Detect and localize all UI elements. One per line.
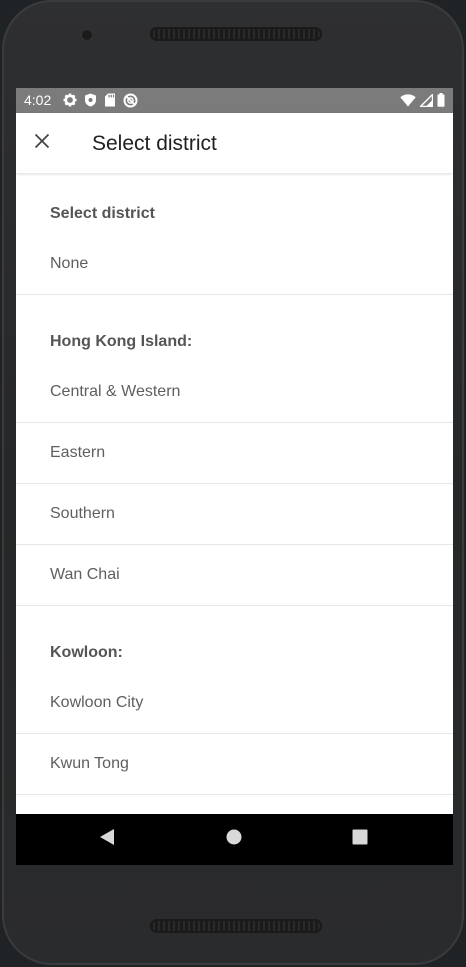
bottom-speaker-grille [150,919,322,933]
do-not-disturb-icon [123,93,138,108]
home-icon [226,829,242,850]
signal-icon [420,93,433,107]
close-icon [34,133,50,154]
status-bar: 4:02 [16,88,453,113]
recents-icon [352,829,368,850]
page-title: Select district [92,132,217,155]
home-button[interactable] [222,827,246,851]
front-camera [80,28,94,42]
status-time: 4:02 [24,92,52,108]
list-item-kwun-tong[interactable]: Kwun Tong [16,734,453,795]
list-item-eastern[interactable]: Eastern [16,423,453,484]
battery-icon [437,93,445,107]
list-item-wan-chai[interactable]: Wan Chai [16,545,453,606]
status-icons-right [400,93,445,107]
top-speaker-grille [150,27,322,41]
wifi-icon [400,93,416,107]
list-item-none[interactable]: None [16,234,453,295]
close-button[interactable] [26,127,58,159]
navigation-bar [16,814,453,865]
section-header-hong-kong-island: Hong Kong Island: [50,333,193,350]
list-item-kowloon-city[interactable]: Kowloon City [16,673,453,734]
sd-card-icon [104,93,116,108]
status-icons-left [63,93,138,108]
list-item-central-western[interactable]: Central & Western [16,362,453,423]
back-icon [99,828,115,851]
app-bar: Select district [16,113,453,173]
list-item-southern[interactable]: Southern [16,484,453,545]
back-button[interactable] [95,827,119,851]
device-frame: 4:02 Select district Select district Non… [0,0,466,967]
district-list: Select district None Hong Kong Island: C… [16,173,453,795]
recents-button[interactable] [348,827,372,851]
shield-icon [84,93,97,108]
section-header-select-district: Select district [50,205,155,222]
settings-icon [63,93,77,108]
section-header-kowloon: Kowloon: [50,644,123,661]
screen: 4:02 Select district Select district Non… [16,88,453,865]
